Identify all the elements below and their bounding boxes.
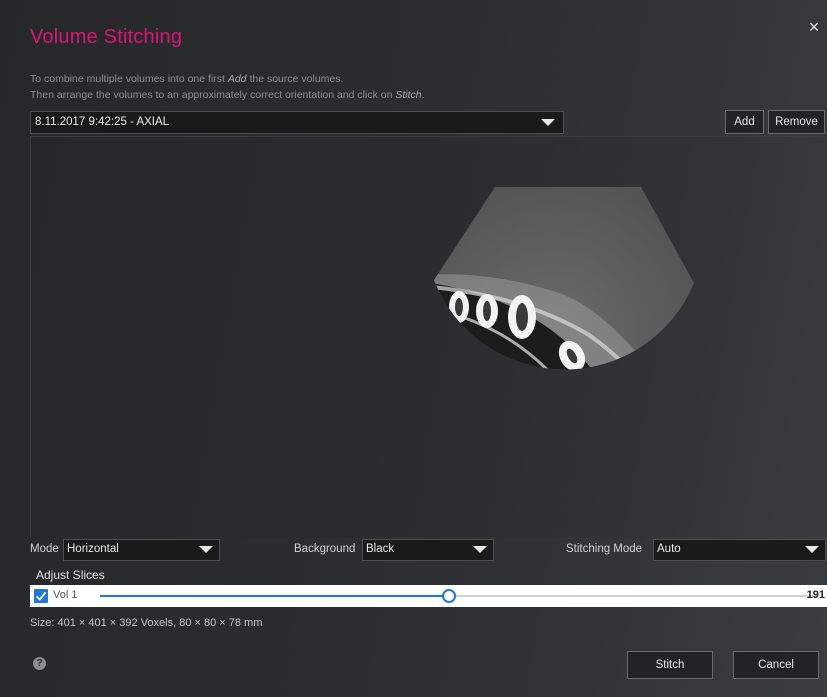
chevron-down-icon [541, 119, 555, 126]
slice-value: 191 [806, 589, 825, 601]
instruction-line-2: Then arrange the volumes to an approxima… [30, 89, 425, 101]
background-dropdown[interactable]: Black [362, 539, 494, 561]
background-value: Black [366, 543, 395, 555]
stitching-mode-label: Stitching Mode [566, 543, 643, 555]
instruction-text: Then arrange the volumes to an approxima… [30, 89, 396, 101]
vol-1-checkbox[interactable] [34, 589, 48, 603]
add-button[interactable]: Add [725, 110, 764, 134]
stitching-mode-value: Auto [657, 543, 681, 555]
instruction-text: . [421, 89, 425, 101]
instruction-emphasis: Add [227, 73, 247, 85]
vol-1-label: Vol 1 [53, 589, 78, 601]
instruction-line-1: To combine multiple volumes into one fir… [30, 73, 343, 85]
dialog-title: Volume Stitching [30, 26, 183, 48]
chevron-down-icon [199, 546, 213, 553]
instruction-text: the source volumes. [246, 73, 344, 85]
volume-viewport[interactable] [30, 136, 827, 537]
adjust-slices-label: Adjust Slices [36, 568, 105, 582]
stitch-button[interactable]: Stitch [627, 651, 713, 679]
stitching-mode-dropdown[interactable]: Auto [653, 539, 826, 561]
background-label: Background [294, 543, 356, 555]
volume-select-value: 8.11.2017 9:42:25 - AXIAL [35, 116, 170, 128]
chevron-down-icon [805, 546, 819, 553]
chevron-down-icon [473, 546, 487, 553]
volume-stitching-dialog: Volume Stitching × To combine multiple v… [0, 0, 827, 697]
slice-slider-thumb[interactable] [442, 589, 456, 603]
instruction-text: To combine multiple volumes into one fir… [30, 73, 228, 85]
check-icon [35, 591, 47, 601]
slice-row-vol-1: Vol 1 191 [30, 585, 827, 607]
mode-dropdown[interactable]: Horizontal [63, 539, 220, 561]
instruction-emphasis: Stitch [395, 89, 422, 101]
cancel-button[interactable]: Cancel [733, 651, 819, 679]
ct-scan-image [434, 187, 694, 370]
help-icon[interactable]: ? [33, 657, 46, 670]
mode-label: Mode [30, 543, 59, 555]
close-icon[interactable]: × [805, 18, 823, 36]
mode-value: Horizontal [67, 543, 119, 555]
slice-slider-fill [100, 595, 449, 597]
remove-button[interactable]: Remove [768, 110, 825, 134]
size-info: Size: 401 × 401 × 392 Voxels, 80 × 80 × … [30, 617, 263, 629]
volume-select[interactable]: 8.11.2017 9:42:25 - AXIAL [30, 111, 564, 134]
